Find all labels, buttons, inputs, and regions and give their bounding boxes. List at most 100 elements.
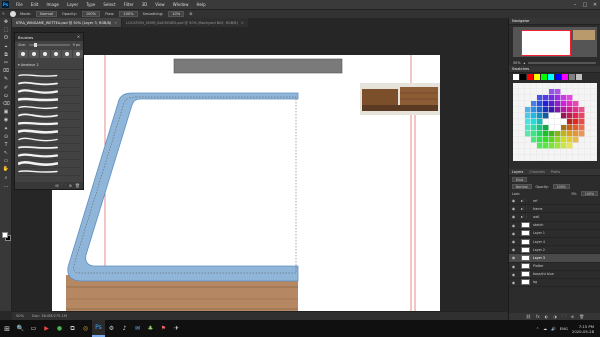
layer-kind-filter[interactable]: Kind bbox=[512, 177, 528, 182]
layer-row[interactable]: ◉ ▸🗀 wall bbox=[509, 213, 600, 222]
delete-brush-icon[interactable]: 🗑 bbox=[75, 183, 80, 188]
color-wheel[interactable] bbox=[513, 83, 597, 161]
brush-preset[interactable] bbox=[29, 50, 39, 58]
layer-row[interactable]: ◉ sketch bbox=[509, 222, 600, 230]
new-brush-icon[interactable]: ⊕ bbox=[69, 183, 72, 188]
layer-opacity-field[interactable]: 100% bbox=[552, 184, 570, 189]
tool-icon[interactable]: ✋ bbox=[0, 165, 12, 173]
taskbar-app-icon[interactable]: ⚙ bbox=[105, 320, 118, 337]
tool-icon[interactable]: … bbox=[0, 182, 12, 190]
layer-row[interactable]: ◉ bg bbox=[509, 279, 600, 288]
menu-3d[interactable]: 3D bbox=[138, 2, 152, 7]
close-tab-icon[interactable]: ✕ bbox=[241, 21, 244, 25]
brush-preset-picker[interactable] bbox=[10, 11, 17, 17]
color-swatch[interactable] bbox=[520, 74, 526, 80]
blend-mode-select[interactable]: Normal bbox=[512, 184, 532, 189]
visibility-eye-icon[interactable]: ◉ bbox=[509, 223, 518, 228]
navigator-zoom-value[interactable]: 50% bbox=[513, 61, 521, 65]
zoom-level[interactable]: 50% bbox=[12, 314, 32, 318]
tool-icon[interactable]: ⧉ bbox=[0, 51, 12, 59]
tool-icon[interactable]: ⌫ bbox=[0, 100, 12, 108]
visibility-eye-icon[interactable]: ◉ bbox=[509, 264, 518, 269]
taskbar-app-icon[interactable]: ♣ bbox=[144, 320, 157, 337]
taskbar-app-icon[interactable]: ⚑ bbox=[157, 320, 170, 337]
layer-row[interactable]: ◉ ▸🗀 frame bbox=[509, 205, 600, 214]
brush-stroke-preview[interactable] bbox=[18, 112, 80, 120]
menu-select[interactable]: Select bbox=[99, 2, 119, 7]
tool-icon[interactable]: ◉ bbox=[0, 116, 12, 124]
swatches-header[interactable]: Swatches bbox=[509, 66, 600, 73]
color-swatch[interactable] bbox=[513, 74, 519, 80]
tool-icon[interactable]: ▭ bbox=[0, 157, 12, 165]
tool-icon[interactable]: ⌧ bbox=[0, 67, 12, 75]
brush-preset[interactable] bbox=[18, 50, 28, 58]
taskbar-app-icon[interactable]: ◎ bbox=[79, 320, 92, 337]
smoothing-field[interactable]: 10% bbox=[168, 11, 185, 17]
tool-icon[interactable]: ▣ bbox=[0, 108, 12, 116]
color-swatch[interactable] bbox=[541, 74, 547, 80]
onedrive-icon[interactable]: ☁ bbox=[543, 326, 547, 331]
navigator-header[interactable]: Navigator bbox=[509, 18, 600, 25]
new-group-icon[interactable]: 🗀 bbox=[62, 182, 66, 189]
start-button[interactable]: ⊞ bbox=[0, 320, 14, 337]
doc-tab-active[interactable]: KTRA_WINGAME_WETTEA.psd @ 50% (Layer 3, … bbox=[12, 18, 122, 27]
taskbar-app-icon[interactable]: ✈ bbox=[170, 320, 183, 337]
menu-filter[interactable]: Filter bbox=[120, 2, 138, 7]
brush-size-slider[interactable] bbox=[29, 43, 70, 47]
color-wheel-panel[interactable] bbox=[513, 83, 597, 161]
brush-stroke-preview[interactable] bbox=[18, 88, 80, 96]
link-layers-icon[interactable]: ⛓ bbox=[526, 314, 531, 319]
navigator-zoom-slider[interactable] bbox=[528, 61, 596, 64]
close-tab-icon[interactable]: ✕ bbox=[114, 21, 117, 25]
tab-paths[interactable]: Paths bbox=[551, 170, 560, 174]
minimize-button[interactable]: – bbox=[570, 0, 580, 9]
mask-icon[interactable]: ◐ bbox=[545, 314, 549, 319]
brush-stroke-preview[interactable] bbox=[18, 168, 80, 176]
brush-stroke-preview[interactable] bbox=[18, 128, 80, 136]
brush-stroke-preview[interactable] bbox=[18, 160, 80, 168]
visibility-eye-icon[interactable]: ◉ bbox=[509, 231, 518, 236]
tab-channels[interactable]: Channels bbox=[529, 170, 545, 174]
volume-icon[interactable]: 🔊 bbox=[551, 326, 556, 331]
tab-layers[interactable]: Layers bbox=[512, 170, 523, 174]
brush-preset[interactable] bbox=[51, 50, 61, 58]
brush-stroke-preview[interactable] bbox=[18, 96, 80, 104]
opacity-field[interactable]: 100% bbox=[81, 11, 101, 17]
visibility-eye-icon[interactable]: ◉ bbox=[509, 239, 518, 244]
tool-icon[interactable]: ✐ bbox=[0, 84, 12, 92]
layer-row[interactable]: ◉ Platter bbox=[509, 263, 600, 271]
size-value[interactable]: 9 px bbox=[73, 43, 80, 47]
document-canvas[interactable] bbox=[52, 55, 440, 317]
foreground-color-swatch[interactable] bbox=[2, 232, 8, 238]
navigator-preview[interactable] bbox=[513, 27, 597, 57]
flow-field[interactable]: 100% bbox=[119, 11, 138, 17]
brush-stroke-preview[interactable] bbox=[18, 72, 80, 80]
menu-view[interactable]: View bbox=[151, 2, 169, 7]
maximize-button[interactable]: □ bbox=[580, 0, 590, 9]
brush-stroke-preview[interactable] bbox=[18, 104, 80, 112]
tool-icon[interactable]: ⌖ bbox=[0, 43, 12, 51]
brush-preset[interactable] bbox=[40, 50, 50, 58]
layer-row[interactable]: ◉ base/int blue bbox=[509, 271, 600, 279]
menu-image[interactable]: Image bbox=[42, 2, 63, 7]
brush-stroke-preview[interactable] bbox=[18, 80, 80, 88]
brushes-panel-header[interactable]: Brushes ✕ bbox=[15, 33, 83, 41]
close-button[interactable]: ✕ bbox=[590, 0, 600, 9]
clock[interactable]: 7:15 PM 2020-05-28 bbox=[572, 324, 594, 334]
tool-icon[interactable]: ⊙ bbox=[0, 133, 12, 141]
tool-icon[interactable]: ⬚ bbox=[0, 26, 12, 34]
adjustment-icon[interactable]: ◑ bbox=[553, 314, 557, 319]
visibility-eye-icon[interactable]: ◉ bbox=[509, 198, 518, 203]
color-swatch[interactable] bbox=[562, 74, 568, 80]
zoom-out-icon[interactable]: ▴ bbox=[524, 61, 526, 65]
taskbar-app-icon[interactable]: ⧉ bbox=[66, 320, 79, 337]
brush-preset[interactable] bbox=[62, 50, 72, 58]
tool-icon[interactable]: ✦ bbox=[0, 124, 12, 132]
settings-gear-icon[interactable]: ⚙ bbox=[189, 12, 192, 16]
trash-icon[interactable]: 🗑 bbox=[579, 314, 584, 319]
menu-type[interactable]: Type bbox=[82, 2, 99, 7]
color-swatch[interactable] bbox=[569, 74, 575, 80]
tool-icon[interactable]: ✥ bbox=[0, 18, 12, 26]
tool-icon[interactable]: T bbox=[0, 141, 12, 149]
color-swatch[interactable] bbox=[534, 74, 540, 80]
